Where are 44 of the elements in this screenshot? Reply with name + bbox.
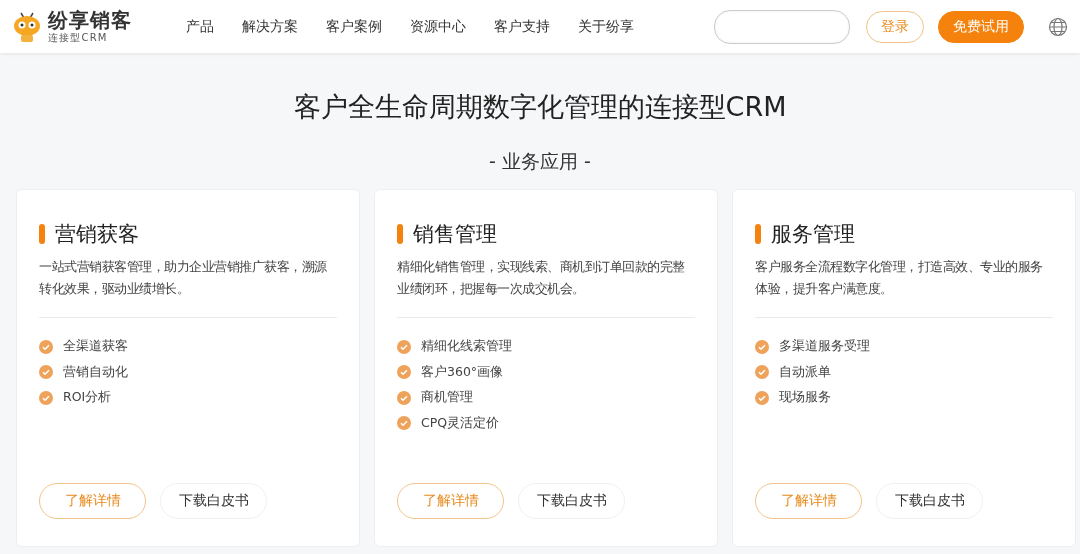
check-icon (397, 339, 411, 354)
download-whitepaper-button[interactable]: 下载白皮书 (518, 483, 625, 519)
card-title: 销售管理 (413, 221, 497, 248)
feature-text: 商机管理 (421, 389, 473, 407)
feature-text: 自动派单 (779, 363, 831, 381)
feature-text: 客户360°画像 (421, 363, 504, 381)
download-whitepaper-button[interactable]: 下载白皮书 (160, 483, 267, 519)
nav-link[interactable]: 客户支持 (494, 17, 550, 36)
feature-text: ROI分析 (63, 389, 112, 407)
accent-bar (39, 224, 45, 244)
nav-link[interactable]: 产品 (186, 17, 214, 36)
card-description: 客户服务全流程数字化管理，打造高效、专业的服务体验，提升客户满意度。 (755, 258, 1044, 298)
page-heading: 客户全生命周期数字化管理的连接型CRM (293, 90, 787, 124)
check-icon (755, 365, 769, 380)
nav-link[interactable]: 客户案例 (326, 17, 382, 36)
feature-text: 全渠道获客 (63, 338, 128, 356)
feature-text: 营销自动化 (63, 363, 128, 381)
check-icon (397, 416, 411, 431)
check-icon (39, 390, 53, 405)
accent-bar (755, 224, 761, 244)
check-icon (755, 339, 769, 354)
logo-tagline: 连 接 型 C R M (48, 30, 107, 45)
nav-link[interactable]: 解决方案 (242, 17, 298, 36)
accent-bar (397, 224, 403, 244)
check-icon (397, 390, 411, 405)
feature-text: 多渠道服务受理 (779, 338, 870, 356)
card-title: 营销获客 (55, 221, 139, 248)
check-icon (755, 390, 769, 405)
card-description: 精细化销售管理，实现线索、商机到订单回款的完整业绩闭环，把握每一次成交机会。 (397, 258, 686, 298)
logo-name[interactable]: 纷享销客 (48, 8, 132, 31)
feature-text: 现场服务 (779, 389, 831, 407)
check-icon (39, 365, 53, 380)
feature-text: CPQ灵活定价 (421, 414, 500, 432)
section-subtitle: - 业务应用 - (489, 149, 591, 174)
check-icon (39, 339, 53, 354)
search-field[interactable] (714, 9, 850, 44)
feature-text: 精细化线索管理 (421, 338, 512, 356)
card-title: 服务管理 (771, 221, 855, 248)
nav-link[interactable]: 关于纷享 (578, 17, 634, 36)
card-description: 一站式营销获客管理，助力企业营销推广获客，溯源转化效果，驱动业绩增长。 (39, 258, 328, 298)
check-icon (397, 365, 411, 380)
nav-link[interactable]: 资源中心 (410, 17, 466, 36)
globe-icon[interactable] (1048, 16, 1068, 37)
download-whitepaper-button[interactable]: 下载白皮书 (876, 483, 983, 519)
